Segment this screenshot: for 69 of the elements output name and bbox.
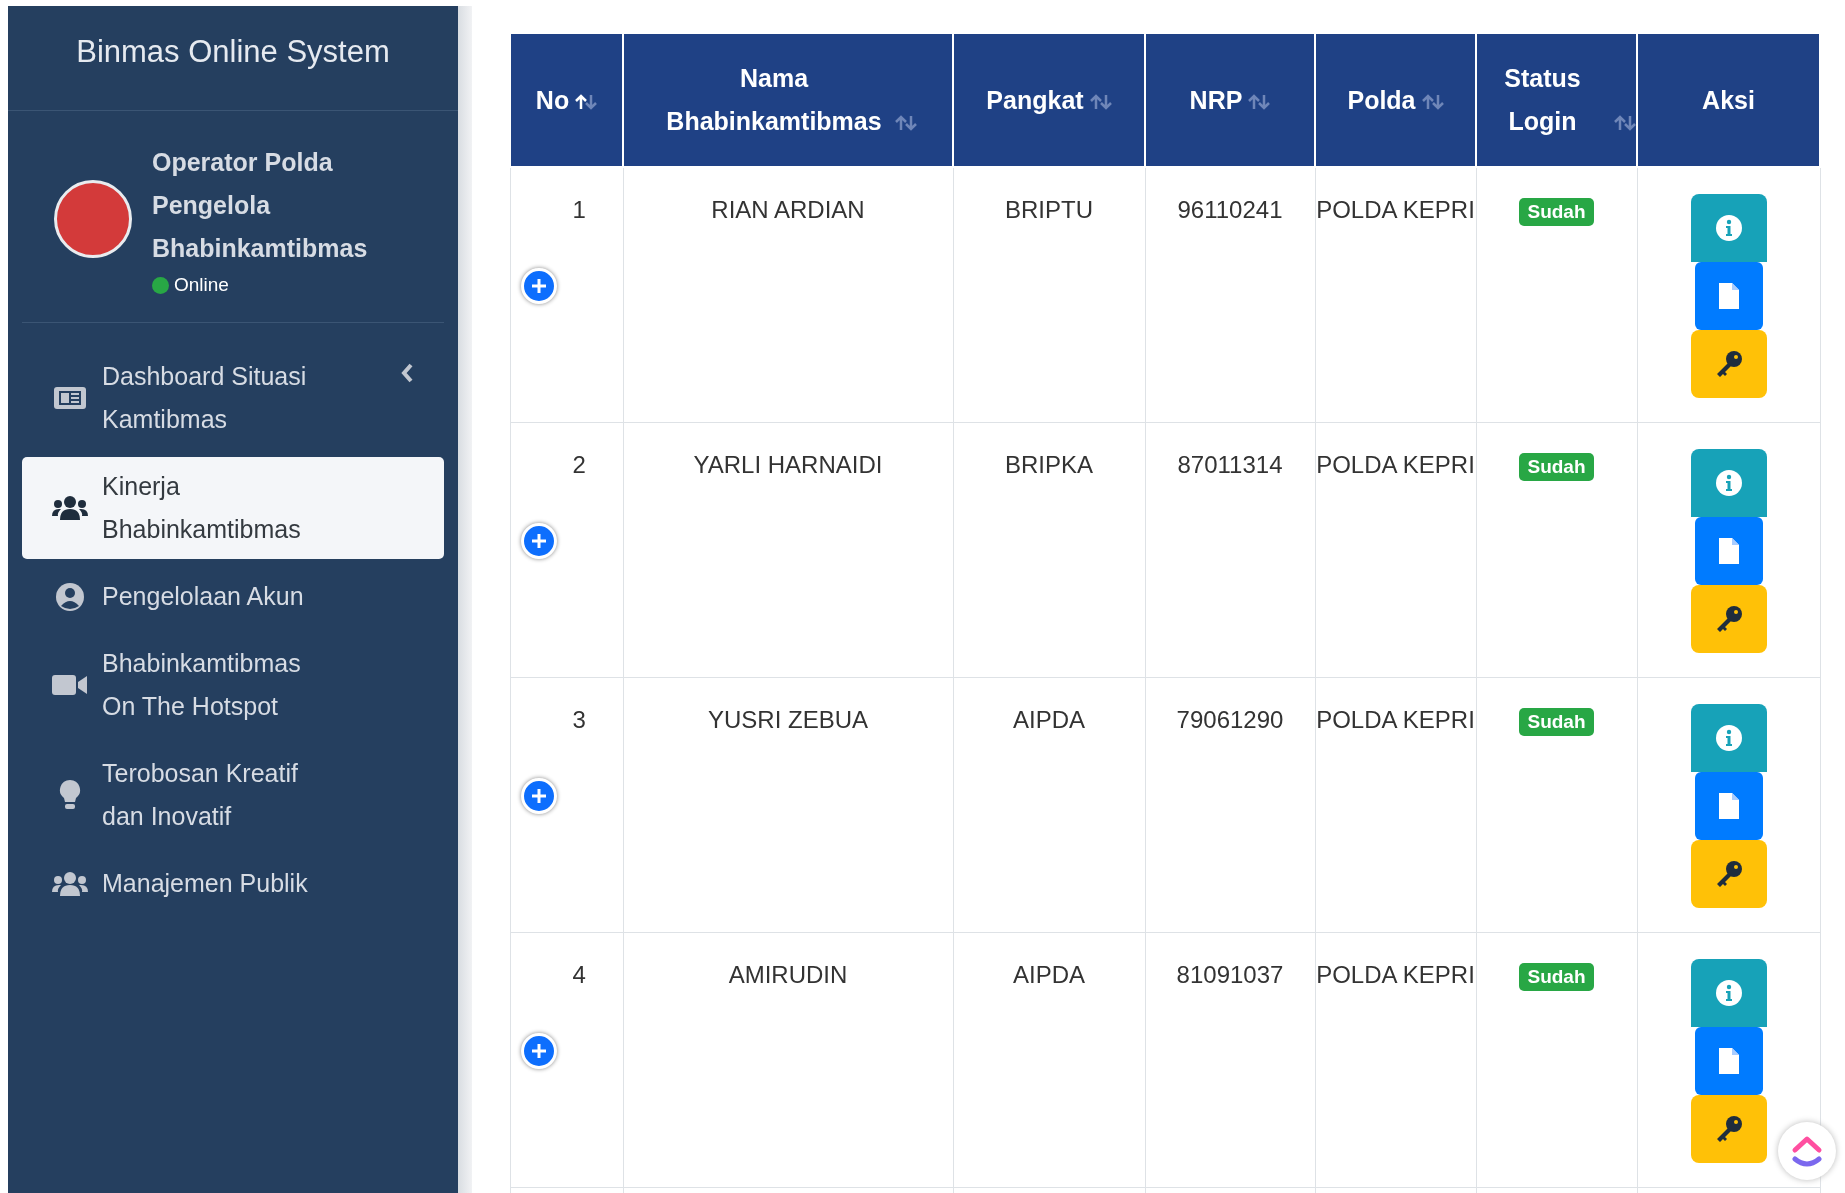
document-icon: [1717, 282, 1740, 310]
user-status: Online: [174, 274, 229, 296]
user-name-line: Bhabinkamtibmas: [152, 233, 368, 264]
key-button[interactable]: [1690, 330, 1767, 398]
sidebar-item[interactable]: Terobosan Kreatif dan Inovatif: [22, 744, 444, 846]
sidebar-item[interactable]: Manajemen Publik: [22, 854, 444, 913]
key-button[interactable]: [1690, 1095, 1767, 1163]
table-cell-text: AIPDA: [1012, 705, 1086, 735]
column-header[interactable]: No: [510, 33, 623, 167]
document-button[interactable]: [1694, 517, 1763, 585]
status-badge: Sudah: [1519, 708, 1594, 736]
row-number: 3: [571, 705, 587, 735]
table-cell-text: 79061290: [1175, 705, 1285, 735]
document-button[interactable]: [1694, 772, 1763, 840]
column-header[interactable]: NRP: [1145, 33, 1315, 167]
table-cell-text: YARLI HARNAIDI: [692, 450, 884, 480]
table-cell-text: YUSRI ZEBUA: [707, 705, 869, 735]
table-cell-text: BRIPKA: [1004, 450, 1094, 480]
info-button[interactable]: [1690, 959, 1767, 1027]
info-button[interactable]: [1690, 449, 1767, 517]
table-cell-text: 81091037: [1175, 960, 1285, 990]
table-cell-text: AIPDA: [1012, 960, 1086, 990]
info-icon: [1714, 214, 1743, 242]
table-cell-text: BRIPTU: [1004, 195, 1094, 225]
user-name-line: Operator Polda: [152, 147, 334, 178]
video-camera-icon: [52, 673, 88, 697]
table-cell-text: POLDA KEPRI: [1315, 195, 1476, 225]
info-button[interactable]: [1690, 704, 1767, 772]
table-cell-text: POLDA KEPRI: [1315, 705, 1476, 735]
document-button[interactable]: [1694, 262, 1763, 330]
column-header: Aksi: [1637, 33, 1820, 167]
group-icon: [52, 495, 88, 521]
status-badge: Sudah: [1519, 453, 1594, 481]
sidebar-item[interactable]: Pengelolaan Akun: [22, 567, 444, 626]
group-icon: [52, 870, 88, 897]
table-cell-text: POLDA KEPRI: [1315, 960, 1476, 990]
key-button[interactable]: [1690, 840, 1767, 908]
floating-logo-button[interactable]: [1778, 1122, 1836, 1180]
status-badge: Sudah: [1519, 198, 1594, 226]
table-cell-text: 96110241: [1176, 195, 1284, 225]
table-cell-text: POLDA KEPRI: [1315, 450, 1476, 480]
info-icon: [1714, 469, 1743, 497]
column-header[interactable]: Nama Bhabinkamtibmas: [623, 33, 953, 167]
info-button[interactable]: [1690, 194, 1767, 262]
row-number: 1: [571, 195, 587, 225]
table-cell-text: RIAN ARDIAN: [710, 195, 866, 225]
table-cell-text: AMIRUDIN: [727, 960, 849, 990]
document-icon: [1717, 792, 1740, 820]
chevron-logo-icon: [1789, 1133, 1825, 1169]
sidebar-item[interactable]: Bhabinkamtibmas On The Hotspot: [22, 634, 444, 736]
table-cell-text: 87011314: [1176, 450, 1284, 480]
document-button[interactable]: [1694, 1027, 1763, 1095]
document-icon: [1717, 537, 1740, 565]
row-number: 4: [571, 960, 587, 990]
info-icon: [1714, 979, 1743, 1007]
sidebar-item[interactable]: Kinerja Bhabinkamtibmas: [22, 457, 444, 559]
column-header[interactable]: Polda: [1315, 33, 1476, 167]
user-name-line: Pengelola: [152, 190, 272, 221]
lightbulb-icon: [59, 779, 81, 811]
newspaper-icon: [53, 386, 87, 410]
info-icon: [1714, 724, 1743, 752]
column-header[interactable]: Status Login: [1476, 33, 1637, 167]
sidebar-item[interactable]: Dashboard Situasi Kamtibmas: [22, 347, 444, 449]
document-icon: [1717, 1047, 1740, 1075]
user-icon: [55, 581, 85, 612]
key-button[interactable]: [1690, 585, 1767, 653]
column-header[interactable]: Pangkat: [953, 33, 1145, 167]
row-number: 2: [571, 450, 587, 480]
status-badge: Sudah: [1519, 963, 1594, 991]
